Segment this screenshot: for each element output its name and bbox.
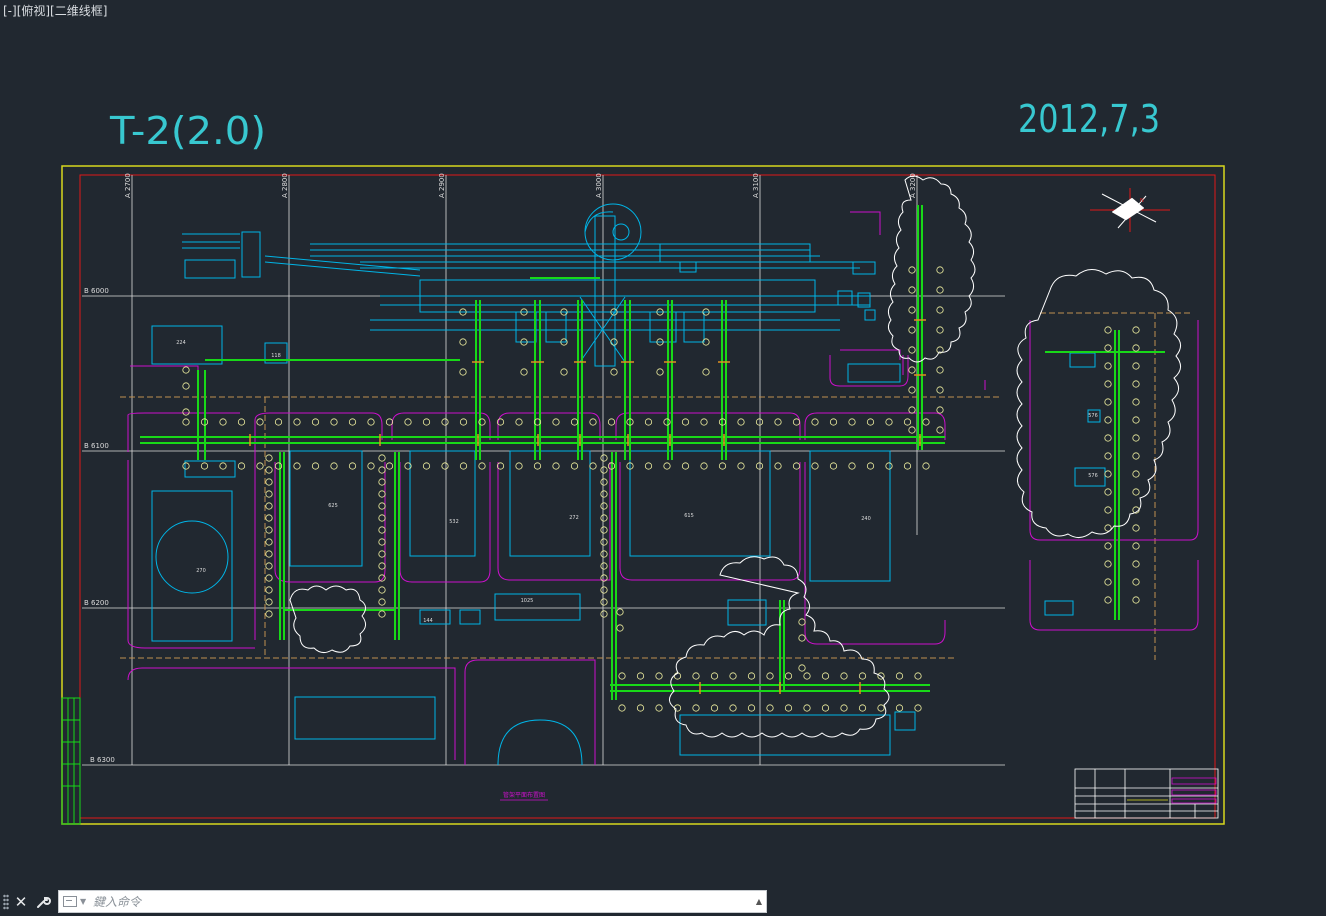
annotation-right: 2012,7,3 (1018, 97, 1160, 141)
sheet-frame (61, 165, 1225, 825)
command-input[interactable] (93, 891, 733, 912)
grid-label-b: B 6100 (84, 442, 109, 450)
room-values: 224 118 270 625 532 272 615 240 1025 144… (176, 340, 1098, 624)
room-value: 625 (328, 503, 338, 509)
room-value: 576 (1088, 413, 1098, 419)
svg-text:N: N (1140, 198, 1144, 204)
room-value: 118 (271, 353, 281, 359)
annotation-left: T-2(2.0) (109, 109, 266, 153)
terminal-icon[interactable] (63, 896, 77, 907)
room-value: 272 (569, 515, 579, 521)
grid-lines (82, 175, 1005, 766)
room-value: 532 (449, 519, 459, 525)
plan-title: 管架平面布置图 (503, 791, 545, 799)
room-value: 144 (423, 618, 433, 624)
revision-clouds (289, 175, 1181, 738)
grid-label-b: B 6300 (90, 756, 115, 764)
room-value: 240 (861, 516, 871, 522)
room-value: 576 (1088, 473, 1098, 479)
support-circles (182, 266, 1140, 712)
command-line-bar: ✕ ▼ ▲ (0, 888, 1326, 916)
roads (127, 211, 1199, 765)
room-value: 615 (684, 513, 694, 519)
grid-label-b: B 6200 (84, 599, 109, 607)
grid-labels-b: B 6000 B 6100 B 6200 B 6300 (84, 287, 115, 764)
north-arrow: N (1090, 188, 1170, 232)
drawing-canvas[interactable]: T-2(2.0) 2012,7,3 A 2700 A 2800 A 2900 A… (0, 0, 1326, 888)
room-value: 224 (176, 340, 186, 346)
wrench-icon[interactable] (34, 892, 52, 912)
sheet-border (79, 174, 1216, 819)
room-value: 1025 (521, 598, 534, 604)
grid-label-a: A 2900 (438, 173, 446, 198)
grid-label-a: A 2700 (124, 173, 132, 198)
grid-label-a: A 3100 (752, 173, 760, 198)
title-block (1074, 768, 1219, 819)
grid-label-a: A 3000 (595, 173, 603, 198)
close-icon[interactable]: ✕ (12, 892, 30, 912)
chevron-down-icon[interactable]: ▼ (80, 895, 86, 909)
grid-label-a: A 2800 (281, 173, 289, 198)
binding-strip (61, 697, 81, 825)
pipe-rack-ticks (249, 319, 926, 694)
drag-grip-handle[interactable] (3, 894, 9, 910)
buildings (151, 203, 1106, 766)
grid-label-b: B 6000 (84, 287, 109, 295)
command-input-box[interactable]: ▼ ▲ (58, 890, 767, 913)
grid-labels-a: A 2700 A 2800 A 2900 A 3000 A 3100 A 320… (124, 173, 917, 198)
caret-up-icon[interactable]: ▲ (756, 895, 762, 909)
room-value: 270 (196, 568, 206, 574)
